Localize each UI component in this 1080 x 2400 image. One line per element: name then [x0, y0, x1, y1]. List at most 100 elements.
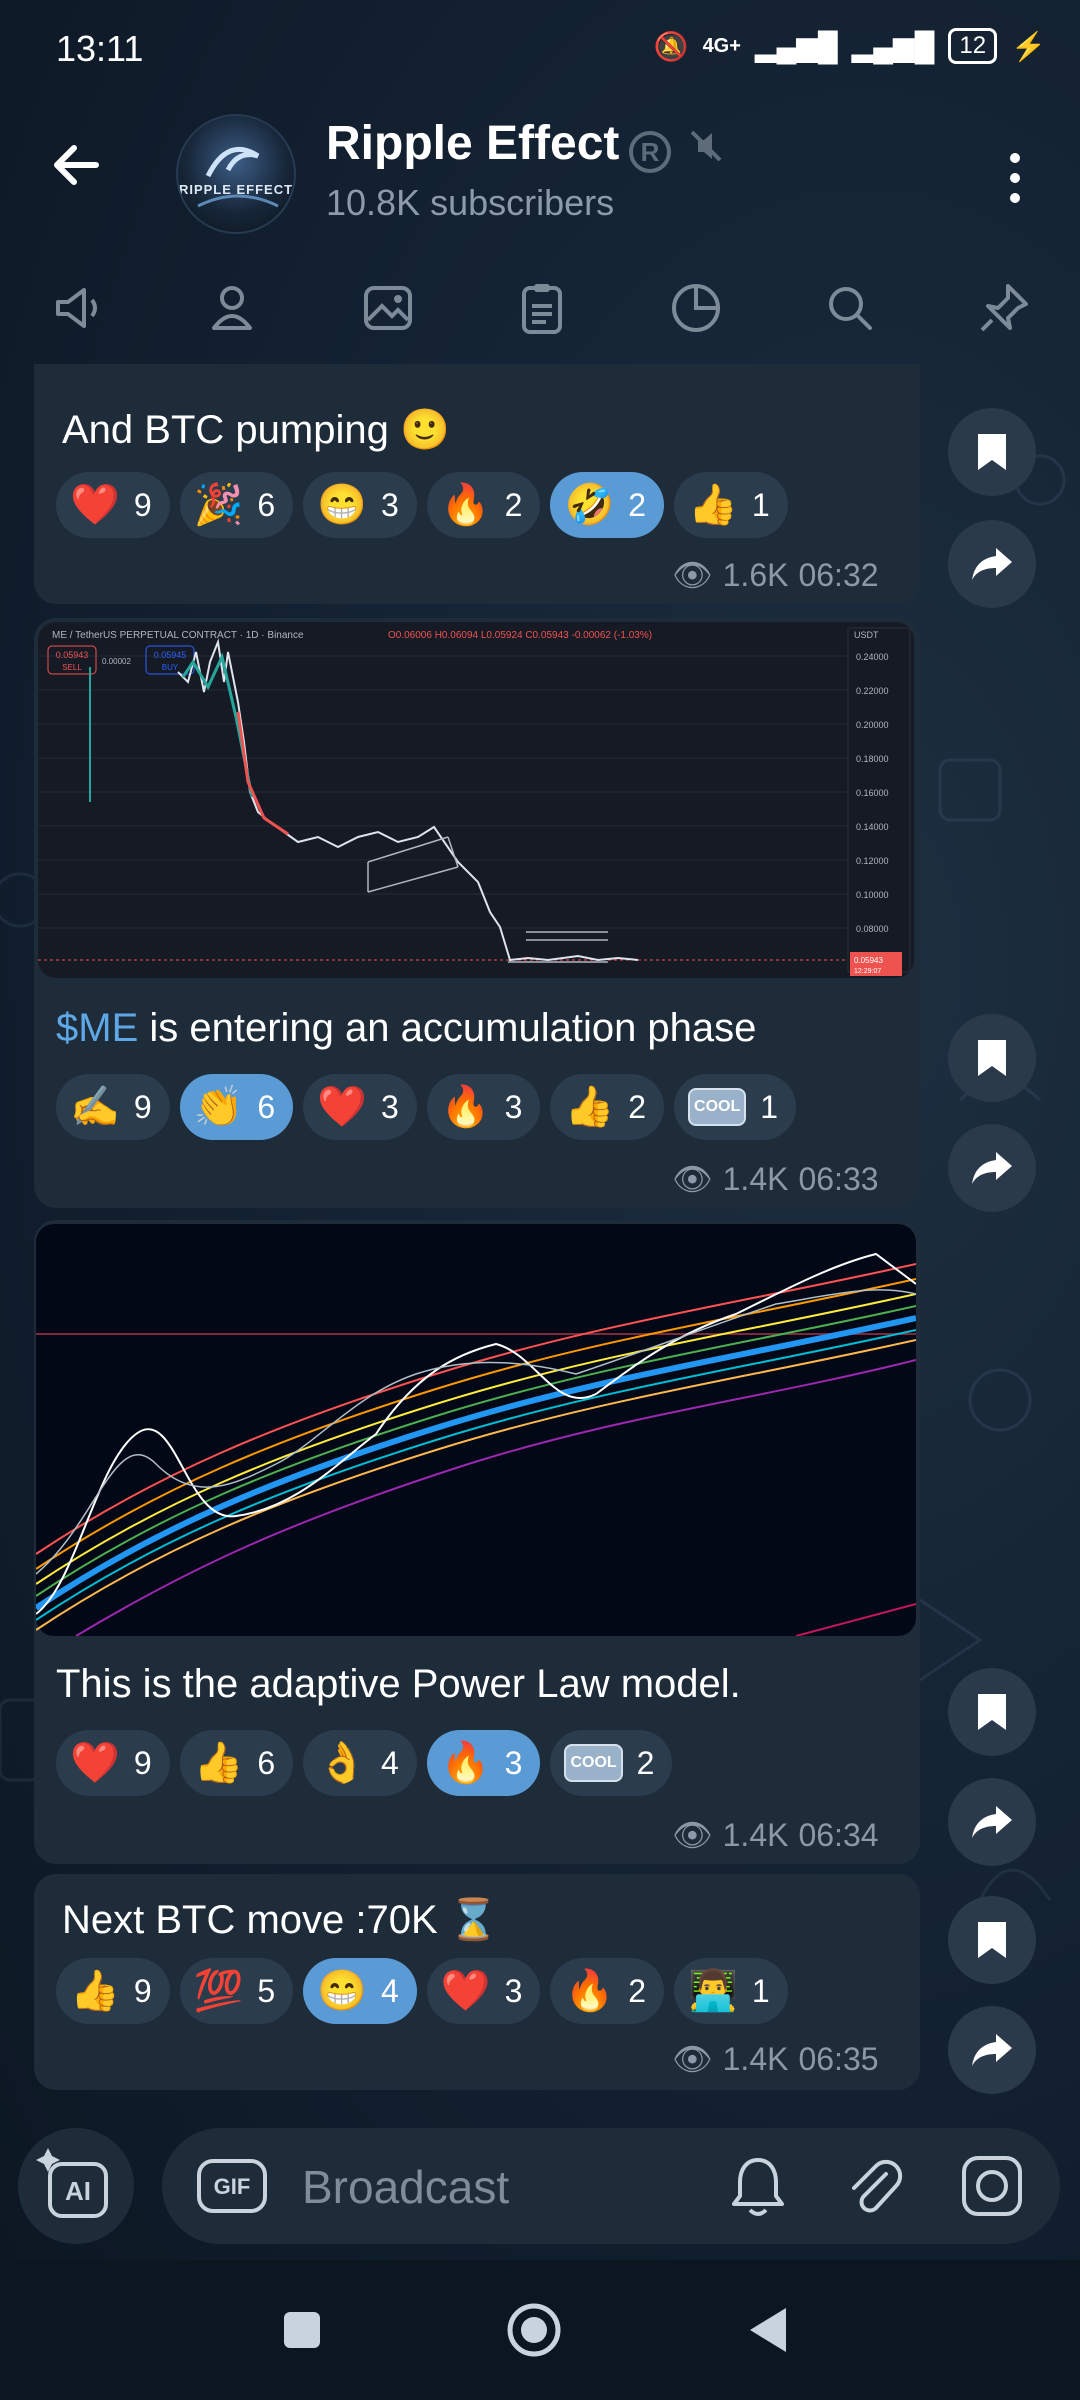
reaction-chip-selected[interactable]: 👏 6 — [179, 1074, 294, 1140]
reaction-emoji: 👨‍💻 — [688, 1969, 738, 2013]
bookmark-icon — [978, 1694, 1006, 1730]
forward-button[interactable] — [948, 2006, 1036, 2094]
charging-icon: ⚡ — [1011, 30, 1046, 62]
clipboard-icon[interactable] — [514, 280, 570, 336]
forward-button[interactable] — [948, 1778, 1036, 1866]
reaction-chip[interactable]: ❤️ 9 — [56, 472, 170, 538]
pin-icon[interactable] — [976, 280, 1032, 336]
save-button[interactable] — [948, 1896, 1036, 1984]
reactions-row: 👍 9 💯 5 😁 4 ❤️ 3 🔥 2 👨‍💻 1 — [56, 1958, 788, 2024]
reaction-emoji: ❤️ — [440, 1969, 491, 2013]
reaction-emoji: 👌 — [317, 1741, 368, 1785]
more-options-button[interactable] — [1000, 148, 1030, 208]
view-count: 1.4K — [722, 1160, 789, 1197]
reaction-chip[interactable]: 🎉 6 — [179, 472, 294, 538]
save-button[interactable] — [948, 1014, 1036, 1102]
power-law-chart-image[interactable] — [36, 1224, 916, 1636]
ai-button[interactable]: AI — [18, 2128, 134, 2244]
megaphone-icon[interactable] — [50, 280, 106, 336]
battery-icon: 12 — [948, 28, 998, 64]
channel-avatar[interactable]: RIPPLE EFFECT — [176, 114, 296, 234]
home-button[interactable] — [506, 2302, 562, 2358]
back-arrow-icon — [54, 145, 99, 185]
status-icons: 🔕 4G+ ▂▄▆█ ▂▄▆█ 12 ⚡ — [654, 28, 1046, 64]
save-button[interactable] — [948, 1668, 1036, 1756]
reaction-count: 2 — [504, 486, 523, 523]
save-button[interactable] — [948, 408, 1036, 496]
pie-chart-icon[interactable] — [668, 280, 724, 336]
reaction-chip[interactable]: 👍 2 — [550, 1074, 665, 1140]
reaction-chip[interactable]: 😁 3 — [303, 472, 417, 538]
ai-label: AI — [65, 2176, 91, 2206]
message-text: Next BTC move :70K ⌛ — [62, 1898, 499, 1942]
reaction-emoji: 😁 — [317, 1969, 368, 2013]
reaction-chip[interactable]: COOL 1 — [674, 1074, 797, 1140]
price-chart-image[interactable]: ME / TetherUS PERPETUAL CONTRACT · 1D · … — [38, 622, 914, 978]
reaction-chip[interactable]: 👍 1 — [674, 472, 788, 538]
reaction-chip-selected[interactable]: 🤣 2 — [550, 472, 665, 538]
reaction-chip[interactable]: 👍 6 — [179, 1730, 294, 1796]
forward-button[interactable] — [948, 1124, 1036, 1212]
reaction-chip[interactable]: COOL 2 — [550, 1730, 673, 1796]
y-tick: 0.10000 — [856, 890, 889, 900]
view-count: 1.4K — [722, 2040, 789, 2077]
reaction-emoji: 👏 — [193, 1085, 244, 1129]
camera-icon[interactable] — [960, 2154, 1024, 2218]
reaction-count: 3 — [381, 1088, 399, 1125]
reaction-count: 9 — [133, 486, 152, 523]
reaction-chip[interactable]: 👌 4 — [303, 1730, 417, 1796]
reaction-emoji: 🔥 — [440, 1741, 491, 1785]
reaction-count: 1 — [751, 486, 770, 523]
reaction-chip[interactable]: 💯 5 — [179, 1958, 294, 2024]
gif-label: GIF — [214, 2174, 251, 2199]
recents-button[interactable] — [280, 2308, 324, 2352]
channel-name[interactable]: Ripple Effect — [326, 116, 619, 171]
sell-label: SELL — [62, 663, 82, 672]
media-tab-bar — [0, 262, 1080, 352]
reaction-chip[interactable]: 👨‍💻 1 — [674, 1958, 788, 2024]
message-meta: 👁 1.4K 06:34 — [672, 1816, 879, 1854]
reaction-chip-selected[interactable]: 🔥 3 — [426, 1730, 541, 1796]
reaction-chip[interactable]: 👍 9 — [56, 1958, 170, 2024]
reaction-chip[interactable]: ✍️ 9 — [56, 1074, 170, 1140]
message-text: And BTC pumping 🙂 — [62, 408, 450, 452]
search-icon[interactable] — [822, 280, 878, 336]
reaction-emoji: ✍️ — [70, 1085, 120, 1129]
back-button[interactable] — [44, 130, 114, 200]
reaction-chip[interactable]: ❤️ 3 — [303, 1074, 417, 1140]
ticker-link[interactable]: $ME — [56, 1006, 138, 1050]
notification-bell-icon[interactable] — [728, 2154, 788, 2218]
muted-icon — [690, 130, 722, 162]
reaction-chip[interactable]: ❤️ 3 — [426, 1958, 541, 2024]
reaction-count: 2 — [636, 1744, 655, 1781]
reaction-emoji: 👍 — [688, 483, 738, 527]
message-time: 06:33 — [798, 1160, 879, 1197]
person-icon[interactable] — [204, 280, 260, 336]
attachment-icon[interactable] — [842, 2154, 906, 2218]
message-input-bar[interactable]: GIF — [162, 2128, 1060, 2244]
broadcast-placeholder[interactable]: Broadcast — [302, 2160, 509, 2214]
chart-ohlc: O0.06006 H0.06094 L0.05924 C0.05943 -0.0… — [388, 630, 652, 641]
forward-button[interactable] — [948, 520, 1036, 608]
bookmark-icon — [978, 1922, 1006, 1958]
signal-icon-2: ▂▄▆█ — [851, 30, 935, 62]
subscriber-count: 10.8K subscribers — [326, 182, 615, 223]
reaction-chip-selected[interactable]: 😁 4 — [303, 1958, 417, 2024]
reaction-count: 3 — [504, 1744, 523, 1781]
gif-button[interactable]: GIF — [196, 2158, 268, 2214]
reaction-chip[interactable]: 🔥 3 — [426, 1074, 541, 1140]
reaction-chip[interactable]: 🔥 2 — [550, 1958, 665, 2024]
status-time: 13:11 — [56, 28, 144, 69]
eye-icon: 👁 — [672, 557, 713, 593]
message-meta: 👁 1.4K 06:35 — [672, 2040, 879, 2078]
reaction-emoji: 🎉 — [193, 483, 244, 527]
reaction-chip[interactable]: 🔥 2 — [426, 472, 541, 538]
image-icon[interactable] — [360, 280, 416, 336]
reaction-chip[interactable]: ❤️ 9 — [56, 1730, 170, 1796]
y-tick: 0.14000 — [856, 822, 889, 832]
y-tick: 0.08000 — [856, 924, 889, 934]
view-count: 1.6K — [722, 556, 789, 593]
eye-icon: 👁 — [672, 1817, 713, 1853]
back-nav-button[interactable] — [744, 2304, 792, 2356]
channel-header: RIPPLE EFFECT Ripple Effect 10.8K subscr… — [0, 90, 1080, 234]
